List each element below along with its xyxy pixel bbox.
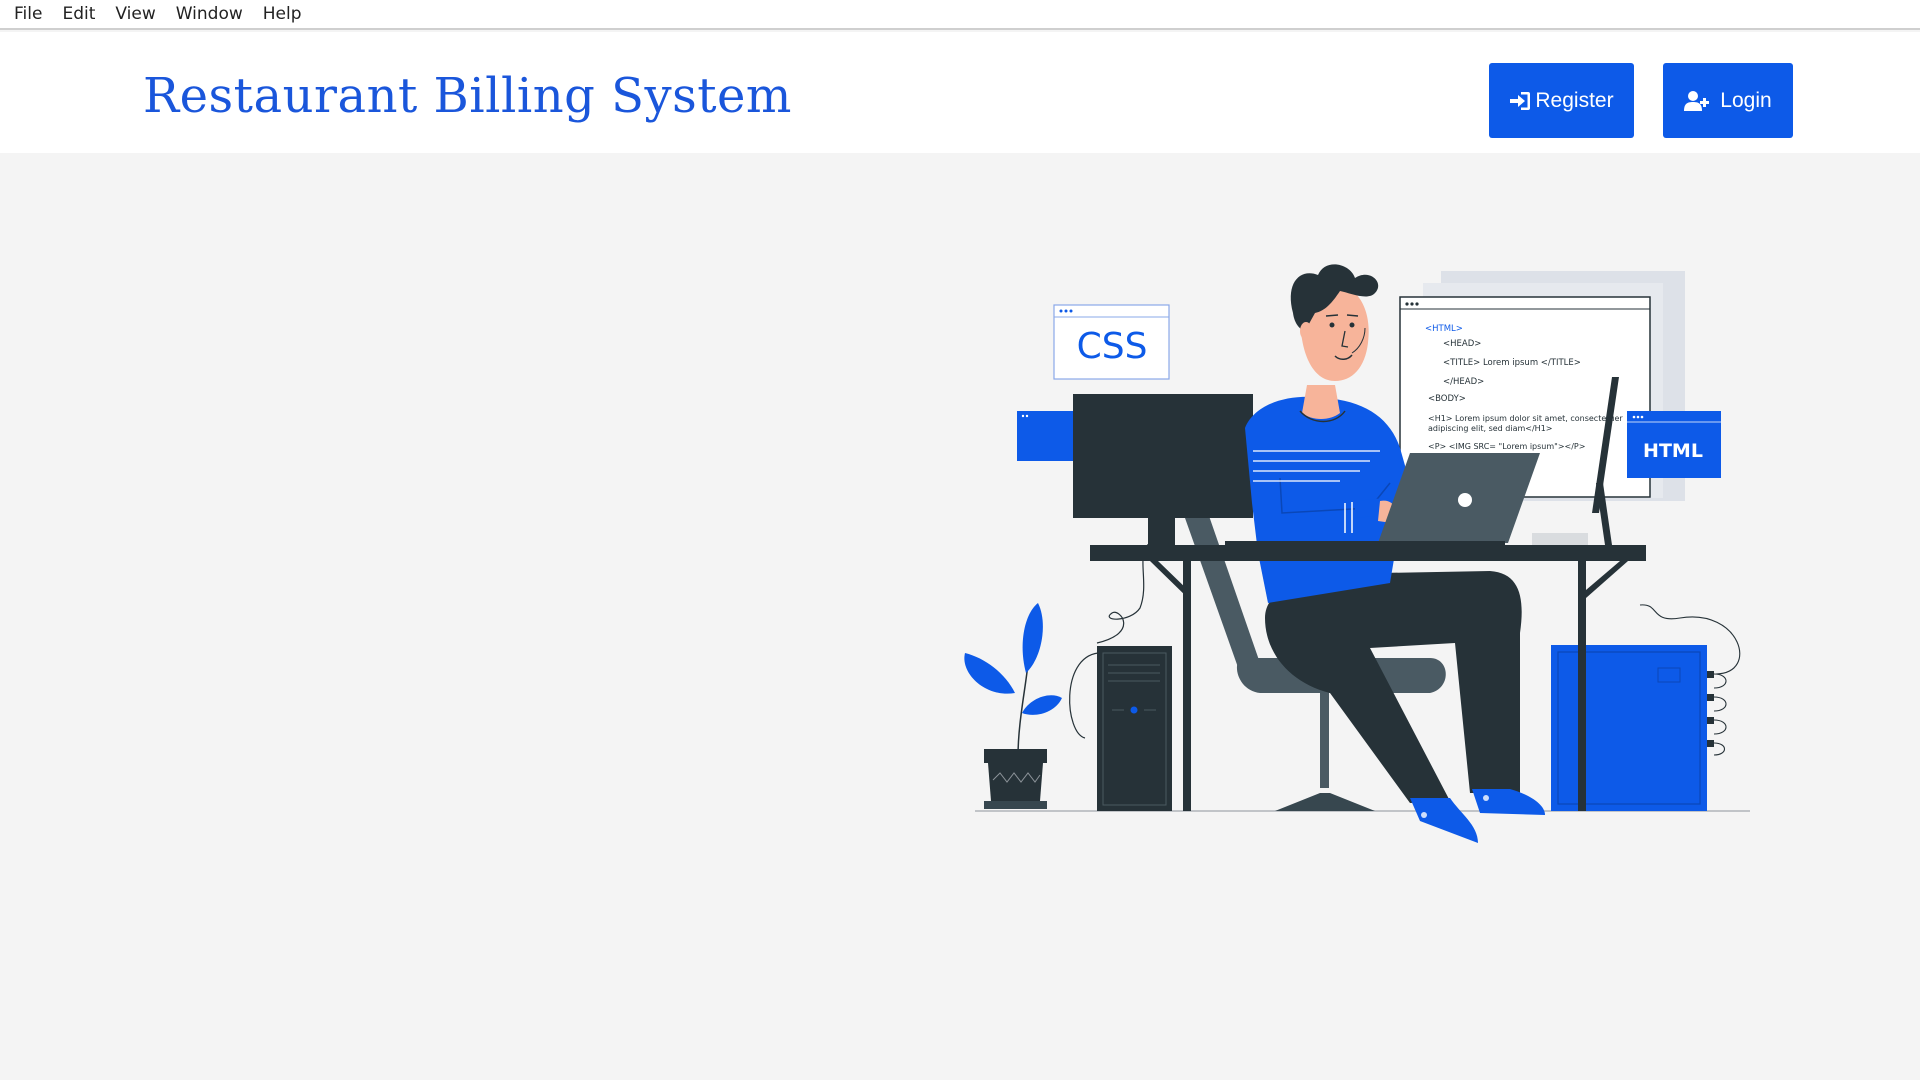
code-line: </HEAD>	[1443, 377, 1484, 387]
developer-illustration: <HTML> <HEAD> <TITLE> Lorem ipsum </TITL…	[964, 264, 1750, 843]
login-button[interactable]: Login	[1663, 63, 1793, 138]
user-plus-icon	[1684, 90, 1710, 111]
menu-file[interactable]: File	[4, 0, 52, 29]
register-button-label: Register	[1535, 88, 1614, 112]
code-line: <BODY>	[1428, 394, 1466, 404]
html-label: HTML	[1643, 440, 1703, 462]
login-button-label: Login	[1720, 88, 1772, 112]
code-line: <HTML>	[1425, 324, 1463, 334]
menu-help[interactable]: Help	[253, 0, 312, 29]
menu-bar: File Edit View Window Help	[0, 0, 1920, 30]
code-line: <TITLE> Lorem ipsum </TITLE>	[1443, 358, 1581, 368]
code-line: adipiscing elit, sed diam</H1>	[1428, 424, 1553, 433]
code-line: <P> <IMG SRC= "Lorem ipsum"></P>	[1428, 442, 1585, 451]
menu-edit[interactable]: Edit	[52, 0, 105, 29]
menu-view[interactable]: View	[105, 0, 165, 29]
css-label: CSS	[1077, 326, 1148, 367]
register-button[interactable]: Register	[1489, 63, 1634, 138]
main-content: <HTML> <HEAD> <TITLE> Lorem ipsum </TITL…	[0, 153, 1920, 1080]
page-title: Restaurant Billing System	[143, 68, 792, 124]
code-line: <H1> Lorem ipsum dolor sit amet, consect…	[1428, 414, 1623, 423]
code-line: <HEAD>	[1443, 339, 1481, 349]
sign-in-icon	[1510, 91, 1531, 110]
menu-window[interactable]: Window	[166, 0, 253, 29]
app-header: Restaurant Billing System Register Login	[0, 32, 1920, 153]
